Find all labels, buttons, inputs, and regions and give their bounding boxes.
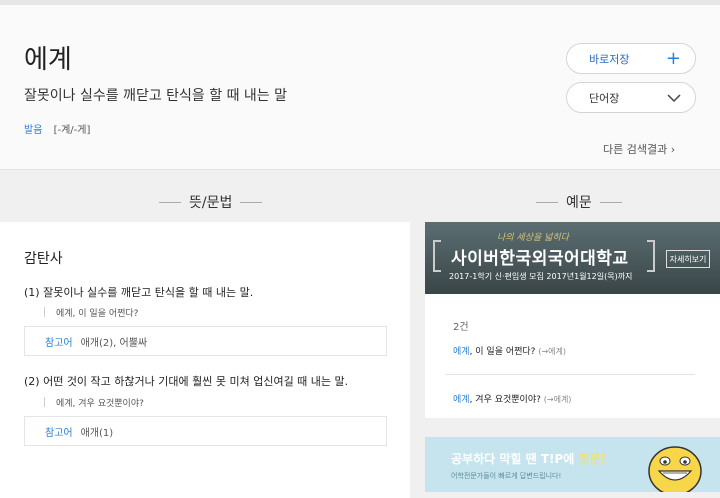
example-headword[interactable]: 에계 — [453, 395, 470, 405]
plus-icon: + — [665, 47, 681, 69]
university-ad-banner[interactable]: 나의 세상을 넓히다 사이버한국외국어대학교 2017-1학기 신·편입생 모집… — [425, 222, 720, 294]
tip-ad-title-main: 공부하다 막힐 땐 T!P에 — [451, 452, 579, 466]
chevron-down-icon — [667, 93, 681, 102]
tip-ad-banner[interactable]: 공부하다 막힐 땐 T!P에 질문! 어학전문가들이 빠르게 답변드립니다! — [425, 437, 720, 492]
definition-2: (2) 어떤 것이 작고 하찮거나 기대에 훨씬 못 미쳐 업신여길 때 내는 … — [24, 375, 349, 388]
tip-ad-title: 공부하다 막힐 땐 T!P에 질문! — [451, 450, 606, 467]
divider — [445, 374, 695, 375]
example-title-text: 예문 — [566, 195, 592, 211]
meaning-section-title: 뜻/문법 — [151, 192, 270, 212]
example-text: , 겨우 요것뿐이야? — [469, 395, 541, 405]
title-line — [536, 201, 558, 203]
save-button[interactable]: 바로저장 + — [566, 43, 696, 74]
example-source[interactable]: (→에계) — [538, 347, 566, 356]
pronunciation: 발음 [-계/-게] — [24, 121, 90, 136]
ad-subtitle: 2017-1학기 신·편입생 모집 2017년1월12일(목)까지 — [449, 272, 633, 281]
ad-more-button[interactable]: 자세히보기 — [666, 250, 710, 268]
example-headword[interactable]: 에계 — [453, 347, 470, 357]
other-results-link[interactable]: 다른 검색결과 › — [603, 141, 675, 157]
reference-label: 참고어 — [45, 427, 73, 439]
example-item: 에계, 이 일을 어쩐다? (→에계) — [453, 344, 566, 357]
vocab-dropdown[interactable]: 단어장 — [566, 82, 696, 113]
ad-title: 사이버한국외국어대학교 — [451, 249, 629, 269]
meaning-title-text: 뜻/문법 — [189, 195, 233, 211]
pronunciation-value: [-계/-게] — [53, 125, 91, 136]
entry-word: 에계 — [24, 45, 72, 75]
ad-tagline: 나의 세상을 넓히다 — [497, 233, 569, 243]
reference-value[interactable]: 애개(1) — [81, 424, 114, 439]
title-line — [240, 201, 263, 203]
title-line — [159, 201, 181, 203]
title-line — [599, 201, 622, 203]
bracket-decoration — [433, 240, 441, 272]
other-results-label: 다른 검색결과 — [603, 143, 668, 156]
definition-1-example: 에계, 이 일을 어쩐다? — [44, 306, 138, 319]
reference-value[interactable]: 애개(2), 어뿔싸 — [81, 334, 148, 349]
mascot-icon — [648, 446, 702, 492]
example-item: 에계, 겨우 요것뿐이야? (→에계) — [453, 392, 571, 405]
entry-meaning: 잘못이나 실수를 깨닫고 탄식을 할 때 내는 말 — [24, 88, 287, 104]
vocab-dropdown-label: 단어장 — [589, 91, 620, 105]
definition-2-reference: 참고어 애개(1) — [24, 416, 387, 446]
definition-1-reference: 참고어 애개(2), 어뿔싸 — [24, 326, 387, 356]
tip-ad-title-highlight: 질문! — [578, 452, 607, 466]
tip-ad-subtitle: 어학전문가들이 빠르게 답변드립니다! — [451, 472, 562, 480]
pronunciation-label[interactable]: 발음 — [24, 125, 42, 136]
bracket-decoration — [647, 240, 655, 272]
definition-1: (1) 잘못이나 실수를 깨닫고 탄식을 할 때 내는 말. — [24, 286, 254, 299]
chevron-right-icon: › — [670, 143, 676, 156]
definition-2-example: 에계, 겨우 요것뿐이야? — [44, 396, 144, 409]
example-source[interactable]: (→에계) — [544, 395, 572, 404]
example-text: , 이 일을 어쩐다? — [469, 347, 536, 357]
example-count: 2건 — [453, 322, 469, 333]
example-section-title: 예문 — [528, 192, 630, 212]
reference-label: 참고어 — [45, 337, 73, 349]
save-button-label: 바로저장 — [589, 52, 630, 66]
example-panel: 2건 에계, 이 일을 어쩐다? (→에계) 에계, 겨우 요것뿐이야? (→에… — [425, 294, 720, 418]
definition-panel: 감탄사 (1) 잘못이나 실수를 깨닫고 탄식을 할 때 내는 말. 에계, 이… — [0, 222, 410, 498]
entry-header: 에계 잘못이나 실수를 깨닫고 탄식을 할 때 내는 말 발음 [-계/-게] … — [0, 0, 720, 170]
part-of-speech: 감탄사 — [24, 251, 63, 267]
